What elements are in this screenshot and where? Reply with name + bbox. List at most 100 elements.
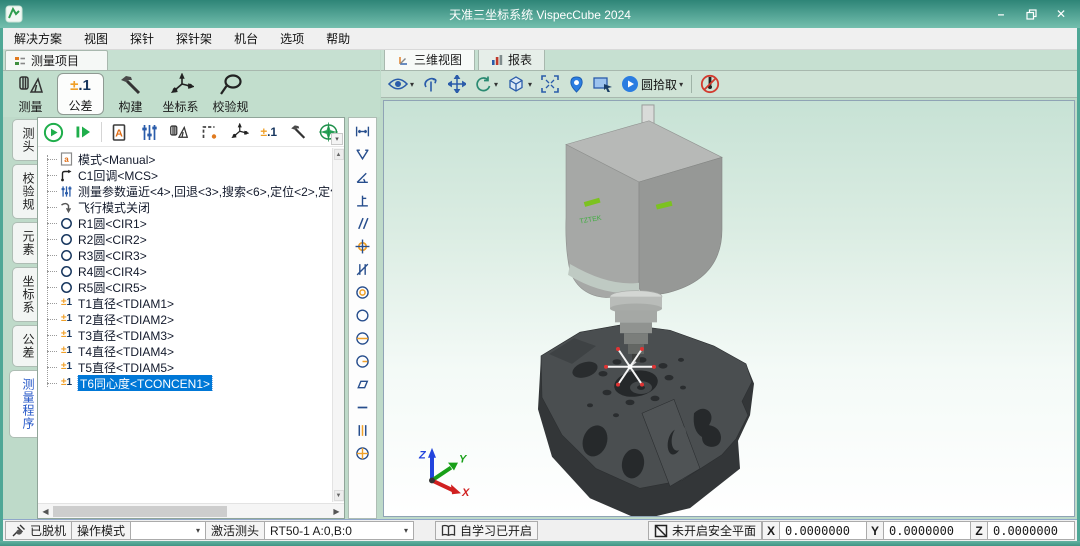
tree-item-0[interactable]: a模式<Manual> (44, 151, 344, 167)
scroll-down-icon[interactable]: ▼ (334, 490, 344, 501)
tree-item-11[interactable]: ±1T3直径<TDIAM3> (44, 327, 344, 343)
vertical-scrollbar[interactable]: ▲ ▼ (332, 148, 344, 502)
tree-item-8[interactable]: R5圆<CIR5> (44, 279, 344, 295)
scene-3d: TZTEK (384, 101, 1074, 516)
program-measure-button[interactable] (167, 120, 192, 145)
program-auto-label-button[interactable]: A (107, 120, 132, 145)
side-tab-coordinate-system-label: 坐标系 (21, 275, 35, 314)
gdt-position2-icon (355, 446, 370, 461)
view-pan-button[interactable] (448, 75, 466, 93)
menu-item-help[interactable]: 帮助 (315, 28, 361, 49)
tolerance-item-icon: ±1 (59, 376, 74, 390)
gdt-distance-button[interactable] (351, 121, 374, 142)
side-tab-probe-head[interactable]: 测头 (12, 119, 37, 161)
restore-button[interactable] (1016, 3, 1046, 25)
gdt-cylindricity-button[interactable] (351, 328, 374, 349)
tree-item-9[interactable]: ±1T1直径<TDIAM1> (44, 295, 344, 311)
close-button[interactable]: ✕ (1046, 3, 1076, 25)
workpiece[interactable] (538, 324, 754, 516)
offline-label: 已脱机 (30, 522, 66, 539)
program-parameters-button[interactable] (137, 120, 162, 145)
tab-measure-project[interactable]: 测量项目 (5, 50, 108, 70)
app-logo-icon (5, 5, 23, 23)
run-icon (43, 122, 64, 143)
gdt-flatness-button[interactable] (351, 374, 374, 395)
gdt-concentricity-button[interactable] (351, 282, 374, 303)
side-tab-gauge[interactable]: 校验规 (12, 164, 37, 219)
view-orbit-button[interactable] (422, 75, 440, 93)
view-locate-button[interactable] (568, 75, 585, 94)
tree-item-6[interactable]: R3圆<CIR3> (44, 247, 344, 263)
scroll-up-icon[interactable]: ▲ (334, 149, 344, 160)
program-tolerance-button[interactable]: ±.1 (256, 120, 281, 145)
active-probe-select[interactable]: RT50-1 A:0,B:0 ▾ (264, 521, 414, 540)
menu-item-machine[interactable]: 机台 (223, 28, 269, 49)
tab-report[interactable]: 报表 (478, 48, 545, 70)
gdt-perpendicularity-button[interactable] (351, 190, 374, 211)
ribbon-measure-button[interactable]: 测量 (7, 73, 54, 115)
left-panel-body: 测头校验规元素坐标系公差测量程序 A ±.1 ▾ a模式<Manual>C1回调<M… (3, 117, 380, 519)
program-step-run-button[interactable] (71, 120, 96, 145)
gdt-parallelism-button[interactable] (351, 213, 374, 234)
scroll-right-icon[interactable]: ▶ (329, 505, 344, 518)
menu-item-probe[interactable]: 探针 (119, 28, 165, 49)
gdt-symmetry-button[interactable] (351, 420, 374, 441)
view-view-cube-button[interactable]: ▾ (506, 74, 532, 94)
gdt-angle-button[interactable] (351, 167, 374, 188)
side-tab-elements[interactable]: 元素 (12, 222, 37, 264)
tree-item-3[interactable]: 飞行模式关闭 (44, 199, 344, 215)
program-corner-button[interactable] (197, 120, 222, 145)
menu-item-options[interactable]: 选项 (269, 28, 315, 49)
program-run-button[interactable] (41, 120, 66, 145)
tree-item-1[interactable]: C1回调<MCS> (44, 167, 344, 183)
horizontal-scrollbar[interactable]: ◀ ▶ (38, 503, 344, 518)
menu-item-solution[interactable]: 解决方案 (3, 28, 73, 49)
program-coordinate-button[interactable] (226, 120, 251, 145)
tree-item-label: R5圆<CIR5> (78, 279, 147, 295)
view-window-select-button[interactable] (593, 76, 613, 93)
tree-item-12[interactable]: ±1T4直径<TDIAM4> (44, 343, 344, 359)
measure-project-label: 测量项目 (31, 52, 79, 69)
ring-gauge-icon (218, 74, 244, 97)
ribbon-construct-button[interactable]: 构建 (107, 73, 154, 115)
scrollbar-thumb[interactable] (53, 506, 227, 517)
toolbar-overflow-button[interactable]: ▾ (331, 133, 343, 145)
tree-item-7[interactable]: R4圆<CIR4> (44, 263, 344, 279)
minimize-button[interactable]: – (986, 3, 1016, 25)
side-tab-measure-program[interactable]: 测量程序 (9, 370, 37, 438)
operation-mode-select[interactable]: ▾ (130, 521, 206, 540)
ribbon-tolerance-button[interactable]: ±.1公差 (57, 73, 104, 115)
viewport-3d[interactable]: TZTEK (383, 100, 1075, 517)
gdt-radius-button[interactable] (351, 351, 374, 372)
cmm-probe-head[interactable]: TZTEK (566, 105, 722, 366)
menu-item-view[interactable]: 视图 (73, 28, 119, 49)
view-probe-disabled-button[interactable] (700, 74, 720, 94)
tree-item-10[interactable]: ±1T2直径<TDIAM2> (44, 311, 344, 327)
side-tab-tolerance[interactable]: 公差 (12, 325, 37, 367)
gdt-true-position-button[interactable] (351, 443, 374, 464)
menu-item-probe-rack[interactable]: 探针架 (165, 28, 223, 49)
tree-item-13[interactable]: ±1T5直径<TDIAM5> (44, 359, 344, 375)
ribbon-coordinate-system-button[interactable]: 坐标系 (157, 73, 204, 115)
tree-item-14[interactable]: ±1T6同心度<TCONCEN1> (44, 375, 344, 391)
view-zoom-fit-button[interactable] (540, 74, 560, 94)
side-tab-coordinate-system[interactable]: 坐标系 (12, 267, 37, 322)
tab-view-3d[interactable]: 三维视图 (384, 48, 475, 70)
gdt-position-button[interactable] (351, 236, 374, 257)
gdt-angle-point-button[interactable] (351, 144, 374, 165)
tree-item-4[interactable]: R1圆<CIR1> (44, 215, 344, 231)
tree-item-2[interactable]: 测量参数逼近<4>,回退<3>,搜索<6>,定位<2>,定位加<2>,测 (44, 183, 344, 199)
circle-play-icon (621, 75, 639, 93)
axis-y-label: Y (459, 454, 468, 466)
gdt-angularity-button[interactable] (351, 259, 374, 280)
program-construct-button[interactable] (286, 120, 311, 145)
scroll-left-icon[interactable]: ◀ (38, 505, 53, 518)
left-panel-tab-row: 测量项目 (3, 50, 380, 71)
gdt-straightness-button[interactable] (351, 397, 374, 418)
view-visibility-button[interactable]: ▾ (388, 77, 414, 91)
gdt-roundness-button[interactable] (351, 305, 374, 326)
ribbon-gauge-button[interactable]: 校验规 (207, 73, 254, 115)
view-rotate-button[interactable]: ▾ (474, 75, 498, 93)
tree-item-5[interactable]: R2圆<CIR2> (44, 231, 344, 247)
view-circle-pick-button[interactable]: 圆拾取▾ (621, 75, 683, 93)
